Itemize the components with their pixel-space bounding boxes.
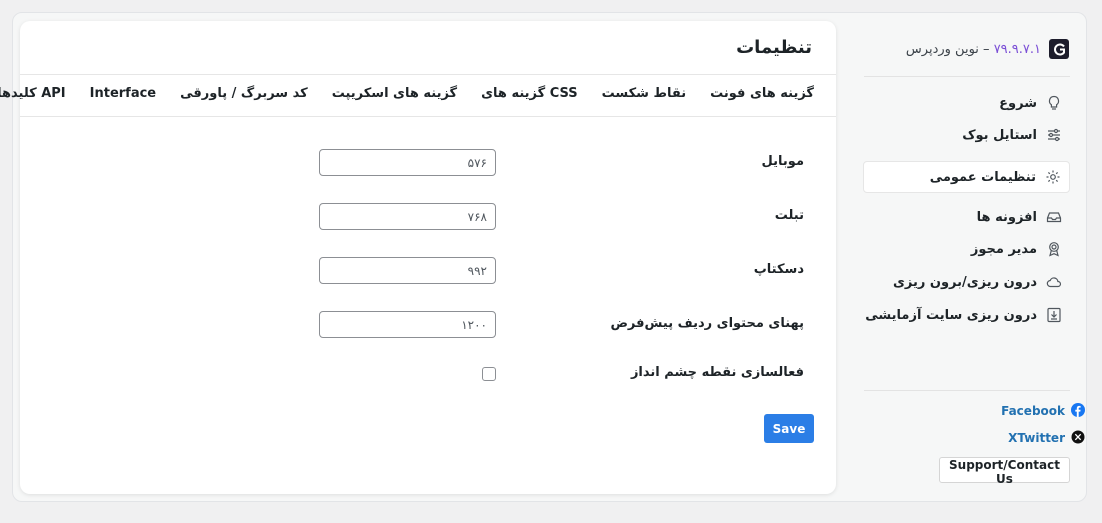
brand-logo-icon — [1049, 39, 1069, 59]
sidebar-item-start[interactable]: شروع — [863, 87, 1070, 119]
brand-text: ۷۹.۹.۷.۱ – نوین وردپرس — [906, 42, 1041, 57]
award-icon — [1045, 240, 1063, 258]
sidebar-item-label: مدیر مجوز — [970, 241, 1037, 257]
sidebar-item-general-settings[interactable]: تنظیمات عمومی — [863, 161, 1070, 193]
brand-name: – نوین وردپرس — [905, 41, 990, 57]
sidebar-item-label: استایل بوک — [962, 127, 1037, 143]
mobile-row: موبایل — [20, 149, 836, 177]
sidebar-item-stylebook[interactable]: استایل بوک — [863, 119, 1070, 151]
sidebar-item-import-export[interactable]: درون ریزی/برون ریزی — [863, 266, 1070, 298]
sidebar-item-label: شروع — [999, 95, 1037, 111]
tab-css-options[interactable]: گزینه های CSS — [481, 74, 578, 117]
tablet-row: تبلت — [20, 203, 836, 231]
sidebar-divider-top — [864, 76, 1070, 77]
brand: ۷۹.۹.۷.۱ – نوین وردپرس — [906, 39, 1069, 59]
sidebar-item-label: درون ریزی سایت آزمایشی — [865, 307, 1037, 323]
save-button[interactable]: Save — [764, 414, 814, 443]
sidebar-item-label: درون ریزی/برون ریزی — [892, 274, 1037, 290]
xtwitter-label: XTwitter — [1008, 431, 1065, 445]
tab-breakpoints[interactable]: نقاط شکست — [601, 74, 687, 117]
sidebar-item-label: تنظیمات عمومی — [929, 169, 1036, 185]
desktop-label: دسکتاپ — [753, 262, 804, 277]
tab-script-options[interactable]: گزینه های اسکریپت — [332, 74, 457, 117]
settings-card: تنظیمات گزینه های فونت نقاط شکست گزینه ه… — [0, 21, 836, 494]
mobile-label: موبایل — [761, 154, 804, 169]
tab-font-options[interactable]: گزینه های فونت — [710, 74, 814, 117]
tab-header-footer-code[interactable]: کد سربرگ / پاورقی — [180, 74, 308, 117]
row-width-label: پهنای محتوای ردیف پیش‌فرض — [610, 316, 804, 331]
tablet-label: تبلت — [774, 208, 804, 223]
tab-interface[interactable]: Interface — [90, 74, 157, 117]
sidebar-item-license-manager[interactable]: مدیر مجوز — [863, 233, 1070, 265]
brand-version: ۷۹.۹.۷.۱ — [993, 41, 1041, 57]
support-contact-button[interactable]: Support/Contact Us — [939, 457, 1070, 486]
gear-icon — [1044, 168, 1062, 186]
row-width-input[interactable] — [319, 311, 496, 338]
xtwitter-link[interactable]: XTwitter — [1008, 429, 1085, 447]
desktop-breakpoint-input[interactable] — [319, 257, 496, 284]
cloud-icon — [1045, 273, 1063, 291]
tabs-divider — [20, 116, 836, 117]
sidebar-item-demo-import[interactable]: درون ریزی سایت آزمایشی — [863, 299, 1070, 331]
tablet-breakpoint-input[interactable] — [319, 203, 496, 230]
sliders-icon — [1045, 126, 1063, 144]
sidebar-item-addons[interactable]: افزونه ها — [863, 201, 1070, 233]
x-twitter-icon — [1071, 429, 1085, 448]
facebook-label: Facebook — [1001, 404, 1065, 418]
eye-breakpoint-checkbox[interactable] — [482, 367, 496, 381]
inbox-icon — [1045, 208, 1063, 226]
row-width-row: پهنای محتوای ردیف پیش‌فرض — [20, 311, 836, 339]
desktop-row: دسکتاپ — [20, 257, 836, 285]
sidebar-item-label: افزونه ها — [976, 209, 1037, 225]
mobile-breakpoint-input[interactable] — [319, 149, 496, 176]
tab-bar: گزینه های فونت نقاط شکست گزینه های CSS گ… — [0, 74, 814, 117]
page-title: تنظیمات — [736, 37, 812, 58]
facebook-icon — [1071, 402, 1085, 421]
eye-breakpoint-label: فعالسازی نقطه چشم انداز — [630, 365, 804, 380]
eye-breakpoint-row: فعالسازی نقطه چشم انداز — [20, 360, 836, 388]
facebook-link[interactable]: Facebook — [1001, 402, 1085, 420]
lightbulb-icon — [1045, 94, 1063, 112]
tab-api-keys[interactable]: کلیدهای API — [0, 74, 66, 117]
download-icon — [1045, 306, 1063, 324]
sidebar-divider-bottom — [864, 390, 1070, 391]
